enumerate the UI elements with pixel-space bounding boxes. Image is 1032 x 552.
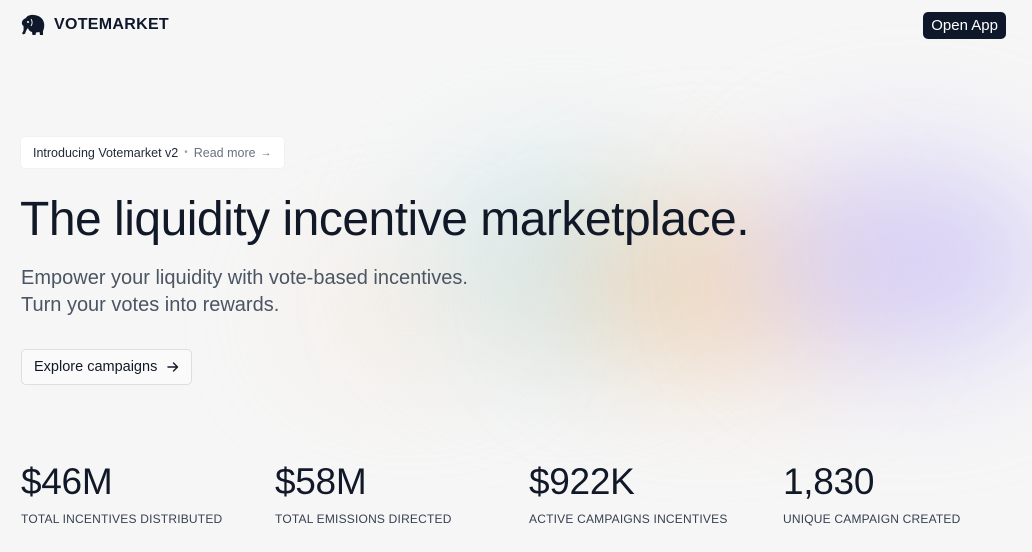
arrow-right-icon: → bbox=[260, 146, 272, 159]
stat-value: $922K bbox=[529, 461, 635, 502]
open-app-button[interactable]: Open App bbox=[923, 12, 1006, 39]
separator-dot: • bbox=[184, 147, 188, 158]
explore-campaigns-button[interactable]: Explore campaigns bbox=[21, 349, 193, 385]
stat-total-emissions: $58M TOTAL EMISSIONS DIRECTED bbox=[275, 460, 515, 526]
hero-subtitle: Empower your liquidity with vote-based i… bbox=[21, 265, 468, 319]
background-gradient-purple bbox=[760, 160, 1032, 360]
stat-label: UNIQUE CAMPAIGN CREATED bbox=[783, 512, 961, 526]
brand-logo[interactable]: VOTEMARKET bbox=[20, 14, 169, 36]
stat-value: $58M bbox=[275, 461, 367, 502]
stats-section: $46M TOTAL INCENTIVES DISTRIBUTED $58M T… bbox=[21, 460, 1021, 540]
background-gradient-teal bbox=[420, 160, 700, 360]
arrow-right-icon bbox=[167, 362, 179, 372]
page: VOTEMARKET Open App Introducing Votemark… bbox=[0, 0, 1032, 552]
stat-total-incentives: $46M TOTAL INCENTIVES DISTRIBUTED bbox=[21, 460, 261, 526]
announcement-banner[interactable]: Introducing Votemarket v2 • Read more → bbox=[21, 137, 284, 168]
stat-active-campaigns: $922K ACTIVE CAMPAIGNS INCENTIVES bbox=[529, 460, 769, 526]
hero-subtitle-line-1: Empower your liquidity with vote-based i… bbox=[21, 267, 468, 289]
stat-unique-campaigns: 1,830 UNIQUE CAMPAIGN CREATED bbox=[783, 460, 1023, 526]
stat-value: $46M bbox=[21, 461, 113, 502]
brand-name: VOTEMARKET bbox=[54, 16, 169, 33]
stat-label: ACTIVE CAMPAIGNS INCENTIVES bbox=[529, 512, 728, 526]
top-navigation: VOTEMARKET Open App bbox=[0, 0, 1032, 52]
stat-label: TOTAL EMISSIONS DIRECTED bbox=[275, 512, 452, 526]
hero-subtitle-line-2: Turn your votes into rewards. bbox=[21, 294, 280, 316]
read-more-label: Read more bbox=[193, 145, 256, 160]
hero-title: The liquidity incentive marketplace. bbox=[20, 193, 750, 246]
announcement-text: Introducing Votemarket v2 bbox=[33, 145, 179, 160]
elephant-icon bbox=[21, 14, 45, 35]
read-more-link[interactable]: Read more → bbox=[194, 146, 272, 160]
stat-value: 1,830 bbox=[783, 461, 875, 502]
stat-label: TOTAL INCENTIVES DISTRIBUTED bbox=[21, 512, 223, 526]
explore-campaigns-label: Explore campaigns bbox=[34, 359, 158, 375]
